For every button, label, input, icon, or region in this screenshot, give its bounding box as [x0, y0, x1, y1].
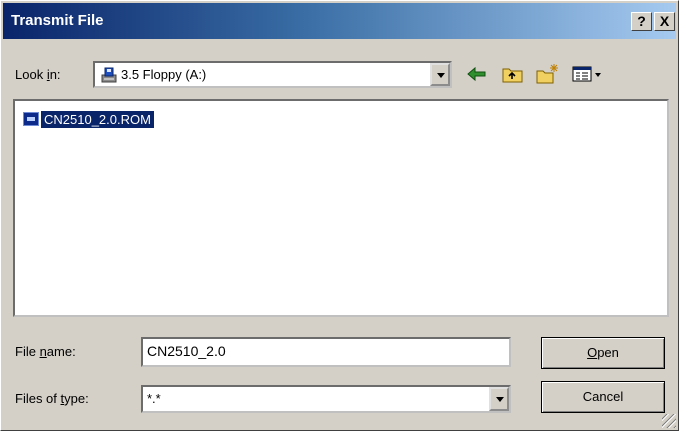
look-in-dropdown[interactable]: 3.5 Floppy (A:): [93, 61, 452, 88]
open-button[interactable]: Open: [541, 337, 665, 369]
transmit-file-dialog: Transmit File ? X Look in: 3.5 Floppy (A…: [0, 0, 679, 431]
up-folder-icon[interactable]: [501, 63, 525, 85]
look-in-value: 3.5 Floppy (A:): [121, 67, 207, 82]
cancel-button[interactable]: Cancel: [541, 381, 665, 413]
rom-file-icon: [23, 112, 39, 126]
file-name-label: File name:: [15, 344, 76, 359]
new-folder-icon[interactable]: [535, 63, 559, 85]
file-name-input[interactable]: CN2510_2.0: [141, 337, 511, 367]
look-in-dropdown-button[interactable]: [430, 63, 450, 86]
file-list[interactable]: CN2510_2.0.ROM: [13, 99, 669, 317]
window-title: Transmit File: [11, 12, 104, 29]
files-of-type-value: *.*: [147, 391, 161, 406]
close-button[interactable]: X: [654, 12, 675, 31]
files-of-type-label: Files of type:: [15, 391, 89, 406]
view-menu-icon[interactable]: [571, 63, 605, 85]
file-item-name: CN2510_2.0.ROM: [40, 109, 155, 129]
floppy-drive-icon: [101, 67, 117, 83]
look-in-label: Look in:: [15, 67, 61, 82]
resize-grip[interactable]: [662, 414, 676, 428]
files-of-type-dropdown[interactable]: *.*: [141, 385, 511, 413]
help-button[interactable]: ?: [631, 12, 652, 31]
list-item[interactable]: CN2510_2.0.ROM: [23, 109, 155, 129]
title-bar[interactable]: Transmit File ? X: [3, 3, 676, 39]
files-of-type-dropdown-button[interactable]: [489, 387, 509, 411]
back-arrow-icon[interactable]: [465, 63, 489, 85]
